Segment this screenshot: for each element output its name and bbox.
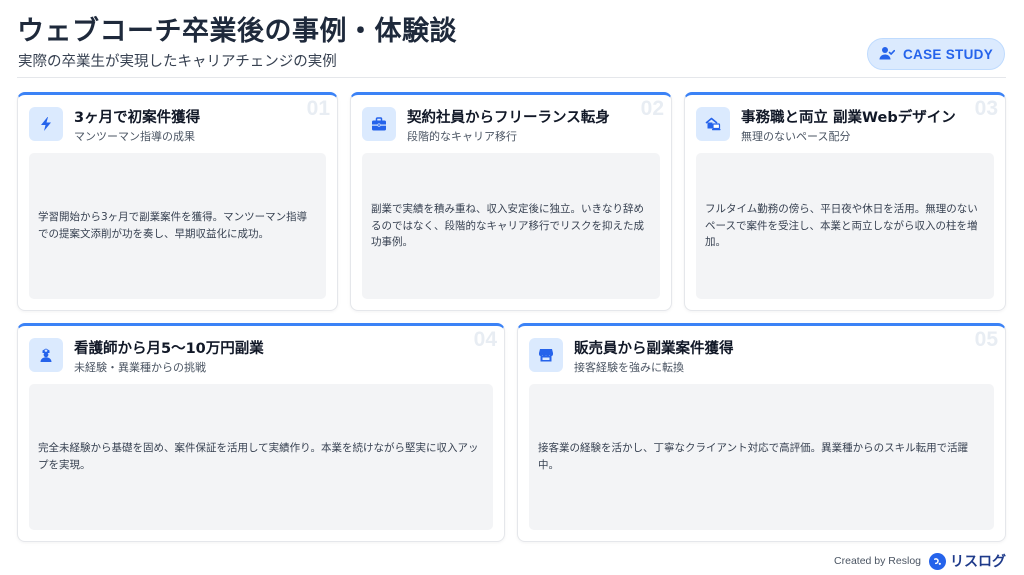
card-subtitle: 段階的なキャリア移行 [407,130,517,143]
card-title: 契約社員からフリーランス転身 [407,110,610,126]
header-divider [17,77,1006,78]
card-subtitle: 接客経験を強みに転換 [574,361,684,374]
nurse-icon [29,338,63,372]
case-card: 05 販売員から副業案件獲得 接客経験を強みに転換 接客業の経験を活かし、丁寧な… [517,323,1006,542]
case-study-badge: CASE STUDY [867,38,1005,70]
badge-label: CASE STUDY [902,46,993,62]
briefcase-icon [362,107,396,141]
footer: Created by Reslog リスログ [834,550,1006,572]
case-card: 02 契約社員からフリーランス転身 段階的なキャリア移行 副業で実績を積み重ね、… [350,92,672,311]
reslog-logo-icon [929,552,946,570]
card-title: 販売員から副業案件獲得 [574,341,734,357]
card-number: 01 [306,97,330,120]
house-laptop-icon [696,107,730,141]
card-body: 副業で実績を積み重ね、収入安定後に独立。いきなり辞めるのではなく、段階的なキャリ… [362,153,660,299]
lightning-bolt-icon [29,107,63,141]
card-number: 02 [640,97,664,120]
user-check-icon [879,45,896,64]
card-body-text: 学習開始から3ヶ月で副業案件を獲得。マンツーマン指導での提案文添削が功を奏し、早… [38,211,308,240]
card-subtitle: 無理のないペース配分 [741,130,851,143]
card-title: 3ヶ月で初案件獲得 [74,110,201,126]
case-card: 04 看護師から月5〜10万円副業 未経験・異業種からの挑戦 完全未経験から基礎… [17,323,505,542]
card-title: 看護師から月5〜10万円副業 [74,341,264,357]
card-number: 05 [974,328,998,351]
card-subtitle: 未経験・異業種からの挑戦 [74,361,206,374]
page-subtitle: 実際の卒業生が実現したキャリアチェンジの実例 [18,54,337,70]
card-number: 03 [974,97,998,120]
case-card: 01 3ヶ月で初案件獲得 マンツーマン指導の成果 学習開始から3ヶ月で副業案件を… [17,92,338,311]
card-body-text: フルタイム勤務の傍ら、平日夜や休日を活用。無理のないペースで案件を受注し、本業と… [705,202,978,249]
reslog-logo: リスログ [929,551,1006,571]
card-body-text: 完全未経験から基礎を固め、案件保証を活用して実績作り。本業を続けながら堅実に収入… [38,442,479,471]
card-body: 接客業の経験を活かし、丁寧なクライアント対応で高評価。異業種からのスキル転用で活… [529,384,994,530]
card-body-text: 副業で実績を積み重ね、収入安定後に独立。いきなり辞めるのではなく、段階的なキャリ… [371,202,644,249]
store-icon [529,338,563,372]
case-card: 03 事務職と両立 副業Webデザイン 無理のないペース配分 フルタイム勤務の傍… [684,92,1006,311]
card-title: 事務職と両立 副業Webデザイン [741,110,956,126]
card-body: 完全未経験から基礎を固め、案件保証を活用して実績作り。本業を続けながら堅実に収入… [29,384,493,530]
card-subtitle: マンツーマン指導の成果 [74,130,195,143]
card-body: フルタイム勤務の傍ら、平日夜や休日を活用。無理のないペースで案件を受注し、本業と… [696,153,994,299]
card-body: 学習開始から3ヶ月で副業案件を獲得。マンツーマン指導での提案文添削が功を奏し、早… [29,153,326,299]
page-title: ウェブコーチ卒業後の事例・体験談 [17,16,457,47]
footer-credit: Created by Reslog [834,555,921,567]
card-body-text: 接客業の経験を活かし、丁寧なクライアント対応で高評価。異業種からのスキル転用で活… [538,442,969,471]
card-number: 04 [473,328,497,351]
logo-text: リスログ [950,554,1006,570]
